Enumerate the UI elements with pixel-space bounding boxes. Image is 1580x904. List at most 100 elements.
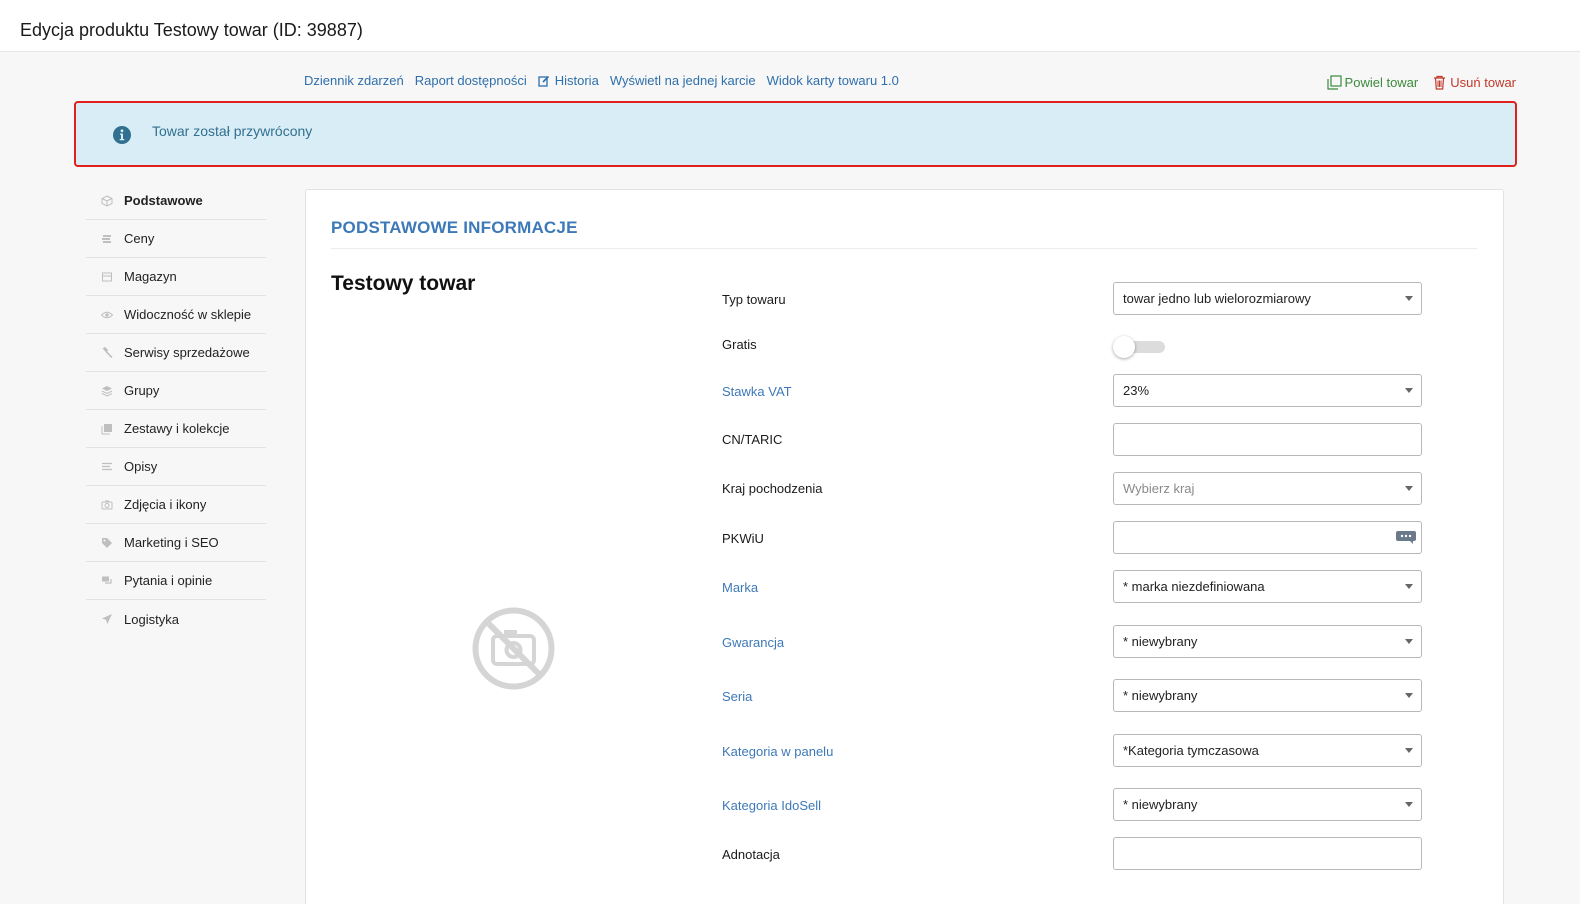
sidebar-item-pytania[interactable]: Pytania i opinie (86, 562, 266, 600)
product-actions: Powiel towar Usuń towar (1326, 75, 1516, 90)
event-log-link[interactable]: Dziennik zdarzeń (304, 73, 404, 88)
series-select[interactable]: * niewybrany (1113, 679, 1422, 712)
product-card-view-label: Widok karty towaru 1.0 (766, 73, 899, 88)
sidebar-item-podstawowe[interactable]: Podstawowe (86, 182, 266, 220)
origin-country-label: Kraj pochodzenia (722, 481, 823, 496)
event-log-label: Dziennik zdarzeń (304, 73, 404, 88)
sidebar-item-logistyka[interactable]: Logistyka (86, 600, 266, 638)
sidebar-item-label: Magazyn (124, 269, 177, 284)
sidebar-item-label: Widoczność w sklepie (124, 307, 252, 322)
tag-icon (102, 537, 112, 548)
chevron-down-icon (1405, 639, 1413, 644)
brand-select[interactable]: * marka niezdefiniowana (1113, 570, 1422, 603)
alert-message: Towar został przywrócony (152, 123, 313, 139)
pkwiu-label: PKWiU (722, 531, 764, 546)
panel-category-value: *Kategoria tymczasowa (1123, 743, 1259, 758)
paper-plane-icon (102, 614, 112, 624)
chevron-down-icon (1405, 748, 1413, 753)
sidebar-item-serwisy[interactable]: Serwisy sprzedażowe (86, 334, 266, 372)
series-value: * niewybrany (1123, 688, 1198, 703)
product-type-select[interactable]: towar jedno lub wielorozmiarowy (1113, 282, 1422, 315)
comments-icon (102, 576, 112, 584)
vat-rate-value: 23% (1123, 383, 1150, 398)
coins-icon (102, 234, 111, 243)
sidebar-item-label: Logistyka (124, 611, 179, 627)
gratis-label: Gratis (722, 337, 757, 352)
annotation-input[interactable] (1113, 837, 1422, 870)
text-lines-icon (102, 462, 112, 470)
page-header: Edycja produktu Testowy towar (ID: 39887… (0, 0, 1580, 52)
sidebar-item-opisy[interactable]: Opisy (86, 448, 266, 486)
warranty-value: * niewybrany (1123, 634, 1198, 649)
availability-report-link[interactable]: Raport dostępności (415, 73, 527, 88)
eye-icon (101, 311, 113, 318)
series-label[interactable]: Seria (722, 689, 752, 704)
sidebar-item-marketing[interactable]: Marketing i SEO (86, 524, 266, 562)
cn-taric-input[interactable] (1113, 423, 1422, 456)
history-link[interactable]: Historia (538, 73, 599, 88)
gavel-icon (102, 346, 113, 358)
origin-country-placeholder: Wybierz kraj (1123, 481, 1195, 496)
chat-bubble-icon[interactable] (1395, 530, 1417, 545)
idosell-category-label[interactable]: Kategoria IdoSell (722, 798, 821, 813)
single-card-link[interactable]: Wyświetl na jednej karcie (610, 73, 756, 88)
idosell-category-value: * niewybrany (1123, 797, 1198, 812)
chevron-down-icon (1405, 388, 1413, 393)
camera-icon (101, 500, 113, 509)
sidebar-item-label: Pytania i opinie (124, 573, 213, 588)
sidebar-item-zestawy[interactable]: Zestawy i kolekcje (86, 410, 266, 448)
layers-icon (101, 385, 113, 397)
sidebar-item-label: Marketing i SEO (124, 535, 219, 550)
product-card-view-link[interactable]: Widok karty towaru 1.0 (767, 73, 899, 88)
chevron-down-icon (1405, 296, 1413, 301)
sidebar-item-label: Opisy (124, 459, 158, 474)
sidebar-item-label: Podstawowe (124, 193, 203, 208)
section-divider (331, 248, 1477, 249)
product-type-label: Typ towaru (722, 292, 786, 307)
sidebar-item-widocznosc[interactable]: Widoczność w sklepie (86, 296, 266, 334)
warranty-select[interactable]: * niewybrany (1113, 625, 1422, 658)
vat-rate-select[interactable]: 23% (1113, 374, 1422, 407)
section-title: PODSTAWOWE INFORMACJE (331, 218, 578, 237)
info-alert: Towar został przywrócony (74, 101, 1517, 167)
gratis-toggle[interactable] (1113, 335, 1165, 358)
origin-country-select[interactable]: Wybierz kraj (1113, 472, 1422, 505)
chevron-down-icon (1405, 486, 1413, 491)
basic-info-card: PODSTAWOWE INFORMACJE Testowy towar Typ … (305, 189, 1504, 904)
sidebar-item-ceny[interactable]: Ceny (86, 220, 266, 258)
product-name: Testowy towar (331, 272, 476, 295)
toggle-knob (1113, 336, 1135, 358)
top-nav: Dziennik zdarzeń Raport dostępności Hist… (304, 73, 899, 88)
edit-icon (538, 75, 549, 87)
panel-category-select[interactable]: *Kategoria tymczasowa (1113, 734, 1422, 767)
warranty-label[interactable]: Gwarancja (722, 635, 784, 650)
delete-product-button[interactable]: Usuń towar (1432, 75, 1516, 90)
product-type-value: towar jedno lub wielorozmiarowy (1123, 291, 1311, 306)
copy-product-button[interactable]: Powiel towar (1326, 75, 1419, 90)
idosell-category-select[interactable]: * niewybrany (1113, 788, 1422, 821)
history-label: Historia (554, 73, 599, 88)
brand-label[interactable]: Marka (722, 580, 758, 595)
cn-taric-label: CN/TARIC (722, 432, 783, 447)
vat-rate-label[interactable]: Stawka VAT (722, 384, 792, 399)
sidebar-item-label: Zestawy i kolekcje (124, 421, 230, 436)
sidebar-item-zdjecia[interactable]: Zdjęcia i ikony (86, 486, 266, 524)
delete-product-label: Usuń towar (1450, 75, 1516, 90)
info-icon (113, 126, 131, 144)
panel-category-label[interactable]: Kategoria w panelu (722, 744, 833, 759)
warehouse-icon (102, 272, 112, 281)
sidebar-item-label: Serwisy sprzedażowe (124, 345, 250, 360)
sidebar-item-grupy[interactable]: Grupy (86, 372, 266, 410)
sidebar-item-label: Grupy (124, 383, 160, 398)
single-card-label: Wyświetl na jednej karcie (609, 73, 756, 88)
chevron-down-icon (1405, 584, 1413, 589)
brand-value: * marka niezdefiniowana (1123, 579, 1265, 594)
sidebar-item-magazyn[interactable]: Magazyn (86, 258, 266, 296)
copy-product-label: Powiel towar (1344, 75, 1419, 90)
chevron-down-icon (1405, 802, 1413, 807)
pkwiu-input[interactable] (1113, 521, 1422, 554)
box-icon (101, 194, 113, 207)
sidebar: Podstawowe Ceny Magazyn Widoczność w skl… (86, 182, 266, 638)
stack-icon (101, 423, 112, 434)
sidebar-item-label: Ceny (124, 231, 155, 246)
